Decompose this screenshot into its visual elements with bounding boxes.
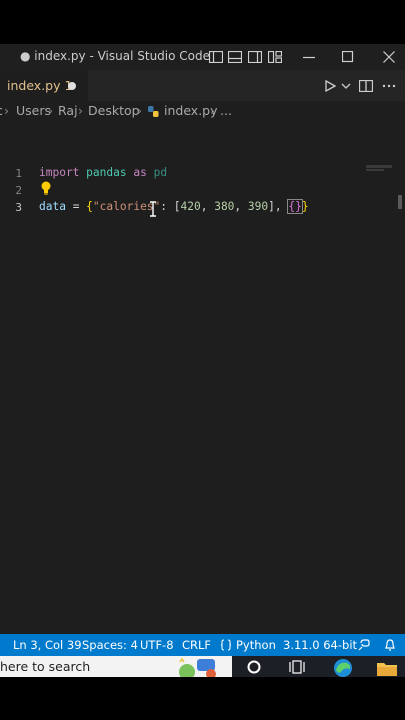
code-line-3[interactable]: data = {"calories": [420, 380, 390], {}}: [39, 199, 309, 214]
minimap[interactable]: [366, 165, 392, 168]
search-highlight-icon: [179, 657, 216, 677]
unsaved-dot-icon[interactable]: [68, 82, 76, 90]
toggle-secondary-sidebar-icon[interactable]: [246, 48, 264, 66]
feedback-icon[interactable]: [357, 638, 371, 652]
breadcrumb-separator: ›: [48, 103, 53, 118]
search-placeholder: here to search: [0, 659, 91, 674]
braces-icon: [220, 639, 232, 651]
cortana-icon[interactable]: [246, 659, 262, 675]
edge-browser-icon[interactable]: [332, 658, 354, 677]
breadcrumb-item-desktop[interactable]: Desktop: [88, 103, 140, 118]
line-number: 1: [15, 167, 22, 180]
line-number: 3: [15, 201, 22, 214]
lightbulb-icon[interactable]: [40, 181, 52, 195]
minimize-icon[interactable]: [300, 48, 318, 66]
breadcrumb: c › Users › Raj › Desktop › index.py › .…: [0, 101, 405, 121]
breadcrumb-item-raj[interactable]: Raj: [58, 103, 78, 118]
maximize-icon[interactable]: [339, 48, 357, 66]
breadcrumb-separator: ›: [4, 103, 9, 118]
module-alias: pd: [153, 166, 168, 179]
tab-label: index.py 1: [7, 78, 73, 93]
windows-taskbar: here to search: [0, 656, 405, 677]
customize-layout-icon[interactable]: [266, 48, 284, 66]
taskbar-search-box[interactable]: here to search: [0, 656, 232, 677]
cursor-position[interactable]: Ln 3, Col 39: [13, 638, 82, 652]
line-number: 2: [15, 184, 22, 197]
notifications-bell-icon[interactable]: [384, 638, 396, 652]
file-explorer-icon[interactable]: [376, 659, 398, 677]
variable-data: data: [39, 200, 66, 213]
encoding[interactable]: UTF-8: [140, 638, 174, 652]
toggle-panel-icon[interactable]: [226, 48, 244, 66]
python-file-icon: [148, 106, 159, 117]
split-editor-icon[interactable]: [356, 76, 376, 96]
indentation[interactable]: Spaces: 4: [82, 638, 138, 652]
task-view-icon[interactable]: [288, 659, 306, 675]
toggle-sidebar-icon[interactable]: [207, 48, 225, 66]
title-bar: ● index.py - Visual Studio Code: [0, 44, 405, 70]
open-brace: {: [86, 200, 93, 213]
run-options-chevron-down-icon[interactable]: [336, 76, 356, 96]
editor-tab-strip: index.py 1: [0, 70, 405, 101]
breadcrumb-item-symbols[interactable]: ...: [220, 103, 232, 118]
more-actions-icon[interactable]: [379, 76, 399, 96]
minimap-line: [366, 169, 384, 171]
comma: ,: [200, 200, 215, 213]
python-interpreter[interactable]: 3.11.0 64-bit: [283, 638, 357, 652]
line-ending[interactable]: CRLF: [182, 638, 211, 652]
breadcrumb-separator: ›: [210, 103, 215, 118]
language-mode[interactable]: Python: [236, 638, 276, 652]
code-line-1[interactable]: import pandas as pd: [39, 166, 167, 179]
tab-index-py[interactable]: index.py 1: [0, 70, 88, 101]
breadcrumb-separator: ›: [78, 103, 83, 118]
keyword-as: as: [133, 166, 147, 179]
code-editor[interactable]: 1 2 3 import pandas as pd data = {"calor…: [0, 121, 405, 634]
scrollbar[interactable]: [398, 195, 402, 209]
keyword-import: import: [39, 166, 80, 179]
close-brace: }: [301, 200, 309, 213]
number-value: 380: [214, 200, 235, 213]
status-bar: Ln 3, Col 39 Spaces: 4 UTF-8 CRLF Python…: [0, 634, 405, 656]
vscode-window: ● index.py - Visual Studio Code index.py…: [0, 44, 405, 677]
breadcrumb-item-drive[interactable]: c: [0, 103, 3, 118]
module-name: pandas: [86, 166, 127, 179]
colon-bracket: : [: [160, 200, 181, 213]
number-value: 390: [247, 200, 269, 213]
assign-operator: =: [65, 200, 87, 213]
number-value: 420: [180, 200, 201, 213]
comma: ,: [234, 200, 248, 213]
text-cursor-icon: [150, 201, 156, 217]
close-list: ],: [268, 200, 289, 213]
breadcrumb-item-users[interactable]: Users: [16, 103, 51, 118]
window-title: ● index.py - Visual Studio Code: [20, 49, 211, 63]
empty-dict-braces: {}: [287, 199, 303, 214]
breadcrumb-separator: ›: [137, 103, 142, 118]
close-icon[interactable]: [380, 48, 398, 66]
